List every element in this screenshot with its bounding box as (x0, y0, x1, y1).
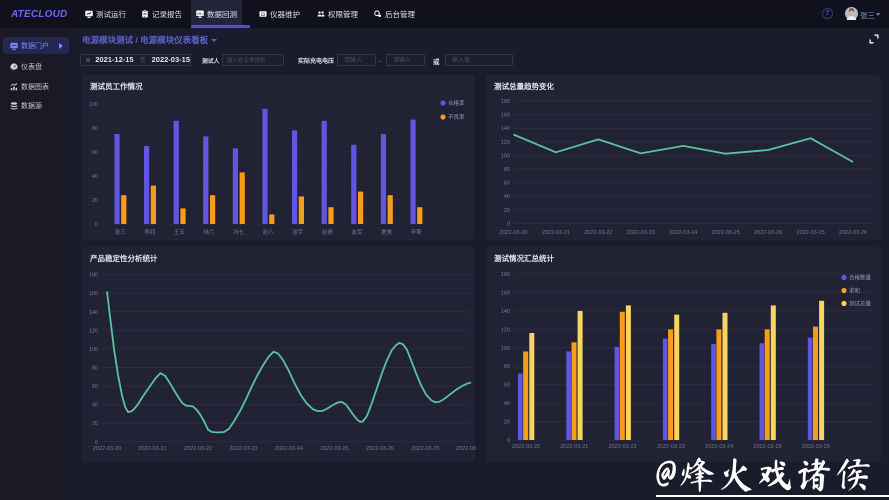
svg-text:2022-03-26: 2022-03-26 (839, 228, 867, 236)
svg-text:20: 20 (504, 418, 510, 426)
svg-text:20: 20 (92, 196, 98, 204)
svg-text:0: 0 (95, 220, 98, 228)
svg-text:辛斯: 辛斯 (411, 228, 423, 236)
svg-text:160: 160 (501, 111, 510, 119)
svg-text:2022-03-22: 2022-03-22 (184, 444, 212, 452)
svg-text:赵倩: 赵倩 (322, 228, 334, 236)
svg-text:60: 60 (504, 381, 510, 389)
svg-text:2022-03-22: 2022-03-22 (609, 442, 637, 450)
svg-text:80: 80 (92, 364, 98, 372)
svg-text:2022-03-24: 2022-03-24 (669, 228, 697, 236)
svg-text:2022-03-25: 2022-03-25 (411, 444, 439, 452)
svg-text:2022-03-20: 2022-03-20 (512, 442, 540, 450)
svg-text:2022-03-25: 2022-03-25 (320, 444, 348, 452)
svg-text:合格数量: 合格数量 (849, 274, 872, 282)
svg-text:张三: 张三 (115, 228, 127, 236)
svg-text:2022-03-21: 2022-03-21 (542, 228, 570, 236)
svg-text:120: 120 (89, 326, 98, 334)
svg-text:携美: 携美 (381, 228, 393, 236)
svg-text:0: 0 (507, 219, 510, 227)
svg-text:2022-03-23: 2022-03-23 (627, 228, 655, 236)
svg-text:20: 20 (504, 206, 510, 214)
svg-text:赵八: 赵八 (263, 228, 275, 236)
svg-text:不良率: 不良率 (448, 113, 465, 121)
svg-text:2022-03-21: 2022-03-21 (138, 444, 166, 452)
svg-text:张宇: 张宇 (292, 228, 304, 236)
svg-text:140: 140 (501, 307, 510, 315)
svg-text:40: 40 (92, 172, 98, 180)
svg-text:40: 40 (92, 401, 98, 409)
svg-text:冯七: 冯七 (233, 228, 245, 236)
svg-text:140: 140 (89, 308, 98, 316)
svg-text:60: 60 (92, 148, 98, 156)
svg-text:180: 180 (501, 97, 510, 105)
svg-text:求和: 求和 (849, 287, 860, 295)
svg-text:2022-03-25: 2022-03-25 (753, 442, 781, 450)
svg-text:2022-03-21: 2022-03-21 (560, 442, 588, 450)
svg-text:100: 100 (501, 151, 510, 159)
svg-text:40: 40 (504, 192, 510, 200)
svg-text:2022-03-24: 2022-03-24 (275, 444, 303, 452)
svg-text:100: 100 (89, 345, 98, 353)
svg-text:2022-03-25: 2022-03-25 (712, 228, 740, 236)
svg-text:2022-03-23: 2022-03-23 (229, 444, 257, 452)
svg-text:2022-03-24: 2022-03-24 (705, 442, 733, 450)
svg-text:李四: 李四 (144, 228, 155, 236)
svg-text:120: 120 (501, 138, 510, 146)
svg-text:100: 100 (89, 100, 98, 108)
svg-text:王五: 王五 (174, 228, 186, 236)
svg-text:合格率: 合格率 (448, 99, 465, 107)
svg-text:80: 80 (504, 362, 510, 370)
svg-text:2022-03-25: 2022-03-25 (797, 228, 825, 236)
svg-text:160: 160 (501, 288, 510, 296)
svg-text:2022-03-26: 2022-03-26 (802, 442, 830, 450)
svg-text:60: 60 (504, 179, 510, 187)
svg-text:180: 180 (89, 271, 98, 279)
svg-text:测试总量: 测试总量 (849, 300, 872, 308)
svg-text:2022-03-20: 2022-03-20 (499, 228, 527, 236)
svg-text:陆六: 陆六 (203, 228, 215, 236)
svg-text:80: 80 (504, 165, 510, 173)
svg-text:100: 100 (501, 344, 510, 352)
svg-text:2022-03: 2022-03 (456, 444, 476, 452)
svg-text:20: 20 (92, 419, 98, 427)
svg-text:2022-03-26: 2022-03-26 (366, 444, 394, 452)
svg-text:40: 40 (504, 399, 510, 407)
svg-text:120: 120 (501, 325, 510, 333)
svg-text:160: 160 (89, 289, 98, 297)
svg-text:2022-03-22: 2022-03-22 (584, 228, 612, 236)
svg-text:140: 140 (501, 124, 510, 132)
svg-text:2022-03-26: 2022-03-26 (754, 228, 782, 236)
svg-text:友军: 友军 (351, 228, 363, 236)
svg-text:60: 60 (92, 382, 98, 390)
svg-text:2022-03-23: 2022-03-23 (657, 442, 685, 450)
svg-text:2022-03-20: 2022-03-20 (93, 444, 121, 452)
svg-text:80: 80 (92, 124, 98, 132)
svg-text:180: 180 (501, 270, 510, 278)
svg-text:0: 0 (507, 436, 510, 444)
